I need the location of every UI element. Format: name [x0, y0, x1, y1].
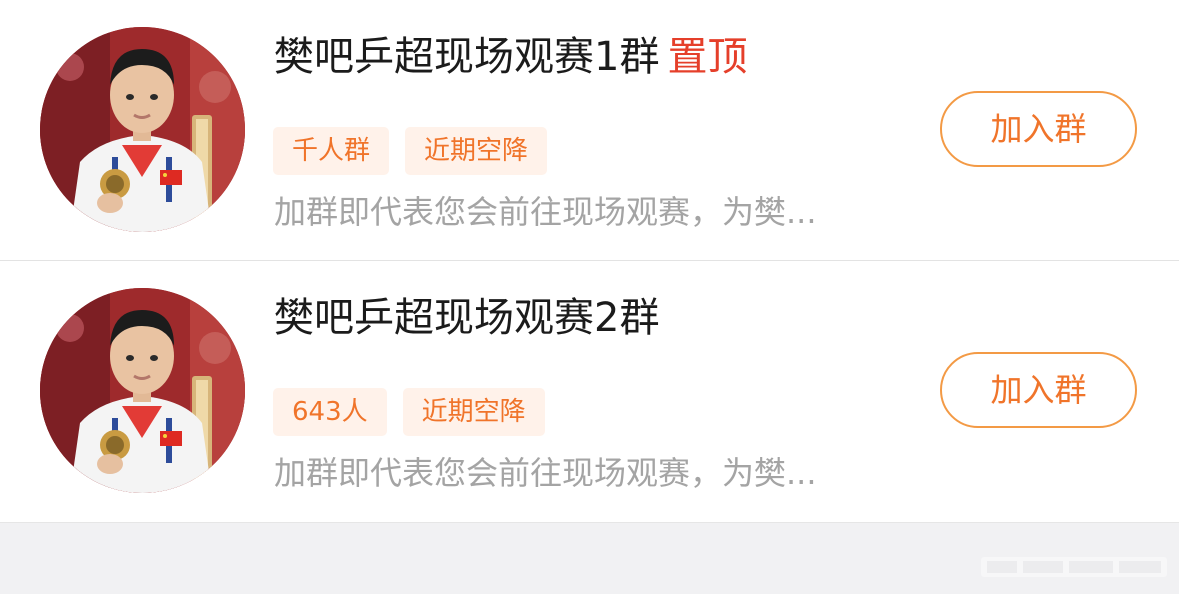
group-tags: 千人群 近期空降 [273, 127, 563, 175]
tag-recent: 近期空降 [402, 388, 545, 436]
group-description: 加群即代表您会前往现场观赛，为樊... [274, 193, 817, 231]
list-footer [0, 522, 1179, 594]
group-row[interactable]: 樊吧乒超现场观赛1群 置顶 千人群 近期空降 加群即代表您会前往现场观赛，为樊...… [0, 0, 1179, 261]
player-photo-avatar [40, 27, 245, 232]
group-name: 樊吧乒超现场观赛2群 [274, 295, 660, 341]
group-description: 加群即代表您会前往现场观赛，为樊... [274, 454, 817, 492]
tag-recent: 近期空降 [405, 127, 548, 175]
group-name: 樊吧乒超现场观赛1群 [274, 34, 660, 80]
pinned-label: 置顶 [667, 34, 748, 80]
tag-member-count: 643人 [273, 388, 387, 436]
group-title: 樊吧乒超现场观赛1群 置顶 [274, 30, 747, 84]
group-title: 樊吧乒超现场观赛2群 [274, 291, 659, 345]
group-row[interactable]: 樊吧乒超现场观赛2群 643人 近期空降 加群即代表您会前往现场观赛，为樊... … [0, 261, 1179, 521]
group-tags: 643人 近期空降 [273, 388, 561, 436]
tag-member-count: 千人群 [273, 127, 390, 175]
group-avatar[interactable] [40, 27, 245, 232]
player-photo-avatar [40, 288, 245, 493]
join-group-button[interactable]: 加入群 [940, 352, 1137, 428]
join-group-button[interactable]: 加入群 [940, 91, 1137, 167]
watermark-icon [981, 557, 1167, 577]
group-avatar[interactable] [40, 288, 245, 493]
